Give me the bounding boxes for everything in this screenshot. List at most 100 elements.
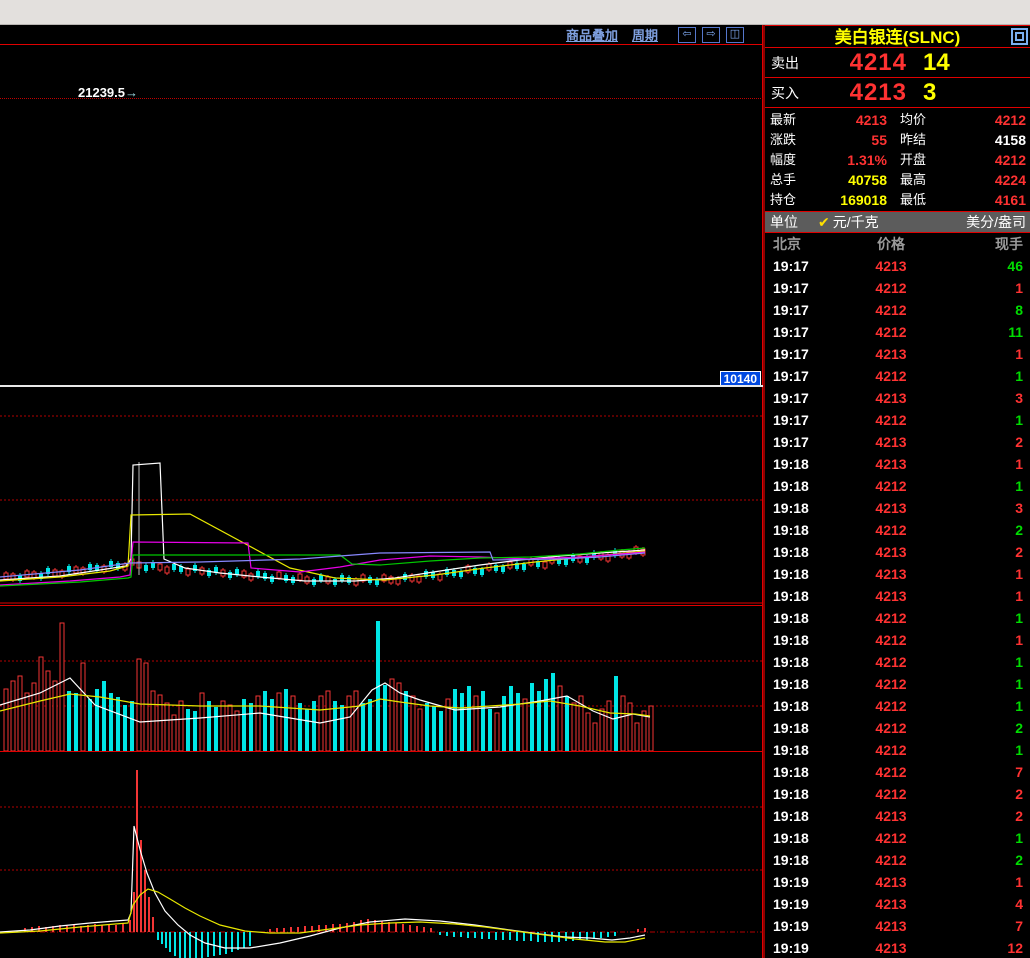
- buy-row: 买入 4213 3: [765, 78, 1030, 108]
- trade-lots: 2: [1015, 431, 1023, 453]
- trade-row: 19:18 4212 1: [765, 629, 1030, 651]
- trade-lots: 3: [1015, 497, 1023, 519]
- trade-lots: 2: [1015, 541, 1023, 563]
- trade-price: 4213: [860, 871, 922, 893]
- trade-lots: 2: [1015, 805, 1023, 827]
- trade-lots: 1: [1015, 651, 1023, 673]
- trade-price: 4212: [860, 519, 922, 541]
- trade-row: 19:19 4213 7: [765, 915, 1030, 937]
- trade-time: 19:17: [773, 255, 809, 277]
- trade-time: 19:17: [773, 299, 809, 321]
- stat-value: 4212: [952, 150, 1030, 170]
- trade-row: 19:18 4213 1: [765, 563, 1030, 585]
- stat-row: 幅度 1.31% 开盘 4212: [765, 150, 1030, 170]
- trade-row: 19:18 4213 1: [765, 453, 1030, 475]
- trade-price: 4212: [860, 739, 922, 761]
- unit-option-oz[interactable]: 美分/盎司: [879, 212, 1030, 232]
- unit-label: 单位: [765, 212, 818, 232]
- trade-lots: 2: [1015, 783, 1023, 805]
- trade-lots: 3: [1015, 387, 1023, 409]
- right-arrow-icon[interactable]: ⇨: [702, 27, 720, 43]
- trade-time: 19:18: [773, 849, 809, 871]
- stat-value: 4212: [952, 110, 1030, 130]
- left-arrow-icon[interactable]: ⇦: [678, 27, 696, 43]
- stat-label: 持仓: [765, 190, 822, 210]
- period-link[interactable]: 周期: [632, 25, 658, 44]
- trade-price: 4212: [860, 673, 922, 695]
- trade-row: 19:18 4213 3: [765, 497, 1030, 519]
- trade-row: 19:18 4212 1: [765, 827, 1030, 849]
- chart-toolbar: 商品叠加 周期 ⇦ ⇨ ◫: [0, 25, 762, 45]
- price-pane[interactable]: 21239.5→ 10140: [0, 45, 763, 385]
- trade-price: 4213: [860, 805, 922, 827]
- trade-price: 4212: [860, 321, 922, 343]
- trade-lots: 1: [1015, 563, 1023, 585]
- trade-price: 4213: [860, 915, 922, 937]
- restore-window-icon[interactable]: [1011, 28, 1028, 45]
- trade-price: 4213: [860, 585, 922, 607]
- buy-size: 3: [923, 79, 936, 107]
- unit-option-kg[interactable]: ✔元/千克: [818, 212, 879, 232]
- trade-price: 4212: [860, 849, 922, 871]
- trade-row: 19:18 4212 1: [765, 607, 1030, 629]
- trade-row: 19:18 4212 1: [765, 651, 1030, 673]
- trade-lots: 4: [1015, 893, 1023, 915]
- trade-price: 4212: [860, 365, 922, 387]
- trade-price: 4213: [860, 563, 922, 585]
- trade-time: 19:18: [773, 739, 809, 761]
- split-window-icon[interactable]: ◫: [726, 27, 744, 43]
- trade-row: 19:18 4213 1: [765, 585, 1030, 607]
- trade-row: 19:17 4213 1: [765, 343, 1030, 365]
- marker-arrow-icon: →: [125, 85, 138, 100]
- stat-label: 最高: [887, 170, 952, 190]
- overlay-candle-chart[interactable]: [0, 387, 763, 604]
- volume-chart[interactable]: [0, 605, 763, 752]
- trade-time: 19:17: [773, 365, 809, 387]
- stat-value: 4213: [822, 110, 887, 130]
- stat-row: 总手 40758 最高 4224: [765, 170, 1030, 190]
- trade-lots: 1: [1015, 277, 1023, 299]
- trade-lots: 1: [1015, 871, 1023, 893]
- trade-row: 19:17 4212 1: [765, 277, 1030, 299]
- trade-price: 4213: [860, 541, 922, 563]
- trade-row: 19:17 4212 11: [765, 321, 1030, 343]
- trade-lots: 1: [1015, 585, 1023, 607]
- trade-price: 4213: [860, 893, 922, 915]
- trade-time: 19:17: [773, 387, 809, 409]
- trade-price: 4213: [860, 937, 922, 958]
- stat-label: 最低: [887, 190, 952, 210]
- macd-chart[interactable]: [0, 753, 763, 958]
- trade-lots: 8: [1015, 299, 1023, 321]
- trade-row: 19:17 4213 3: [765, 387, 1030, 409]
- trade-row: 19:17 4212 1: [765, 409, 1030, 431]
- stat-value: 1.31%: [822, 150, 887, 170]
- trade-price: 4213: [860, 255, 922, 277]
- trade-time: 19:19: [773, 937, 809, 958]
- trade-row: 19:19 4213 12: [765, 937, 1030, 958]
- trade-row: 19:18 4212 2: [765, 783, 1030, 805]
- stat-row: 持仓 169018 最低 4161: [765, 190, 1030, 210]
- commodity-overlay-link[interactable]: 商品叠加: [566, 25, 618, 44]
- stat-label: 开盘: [887, 150, 952, 170]
- trade-lots: 1: [1015, 343, 1023, 365]
- trade-lots: 1: [1015, 695, 1023, 717]
- trade-price: 4213: [860, 453, 922, 475]
- trade-row: 19:18 4212 7: [765, 761, 1030, 783]
- trade-time: 19:18: [773, 695, 809, 717]
- trade-lots: 1: [1015, 827, 1023, 849]
- trade-lots: 12: [1007, 937, 1023, 958]
- trade-time: 19:19: [773, 893, 809, 915]
- stat-value: 55: [822, 130, 887, 150]
- trading-terminal-window: 商品叠加 周期 ⇦ ⇨ ◫ 21239.5→ 10140 美白银连(SLNC) …: [0, 0, 1030, 958]
- trade-time: 19:18: [773, 761, 809, 783]
- trade-price: 4212: [860, 827, 922, 849]
- unit-row: 单位 ✔元/千克 美分/盎司: [765, 212, 1030, 233]
- trade-time: 19:17: [773, 277, 809, 299]
- trade-lots: 1: [1015, 409, 1023, 431]
- trade-row: 19:18 4212 2: [765, 717, 1030, 739]
- trade-lots: 1: [1015, 629, 1023, 651]
- stat-label: 幅度: [765, 150, 822, 170]
- trade-time: 19:18: [773, 563, 809, 585]
- trade-lots: 1: [1015, 475, 1023, 497]
- trade-lots: 1: [1015, 453, 1023, 475]
